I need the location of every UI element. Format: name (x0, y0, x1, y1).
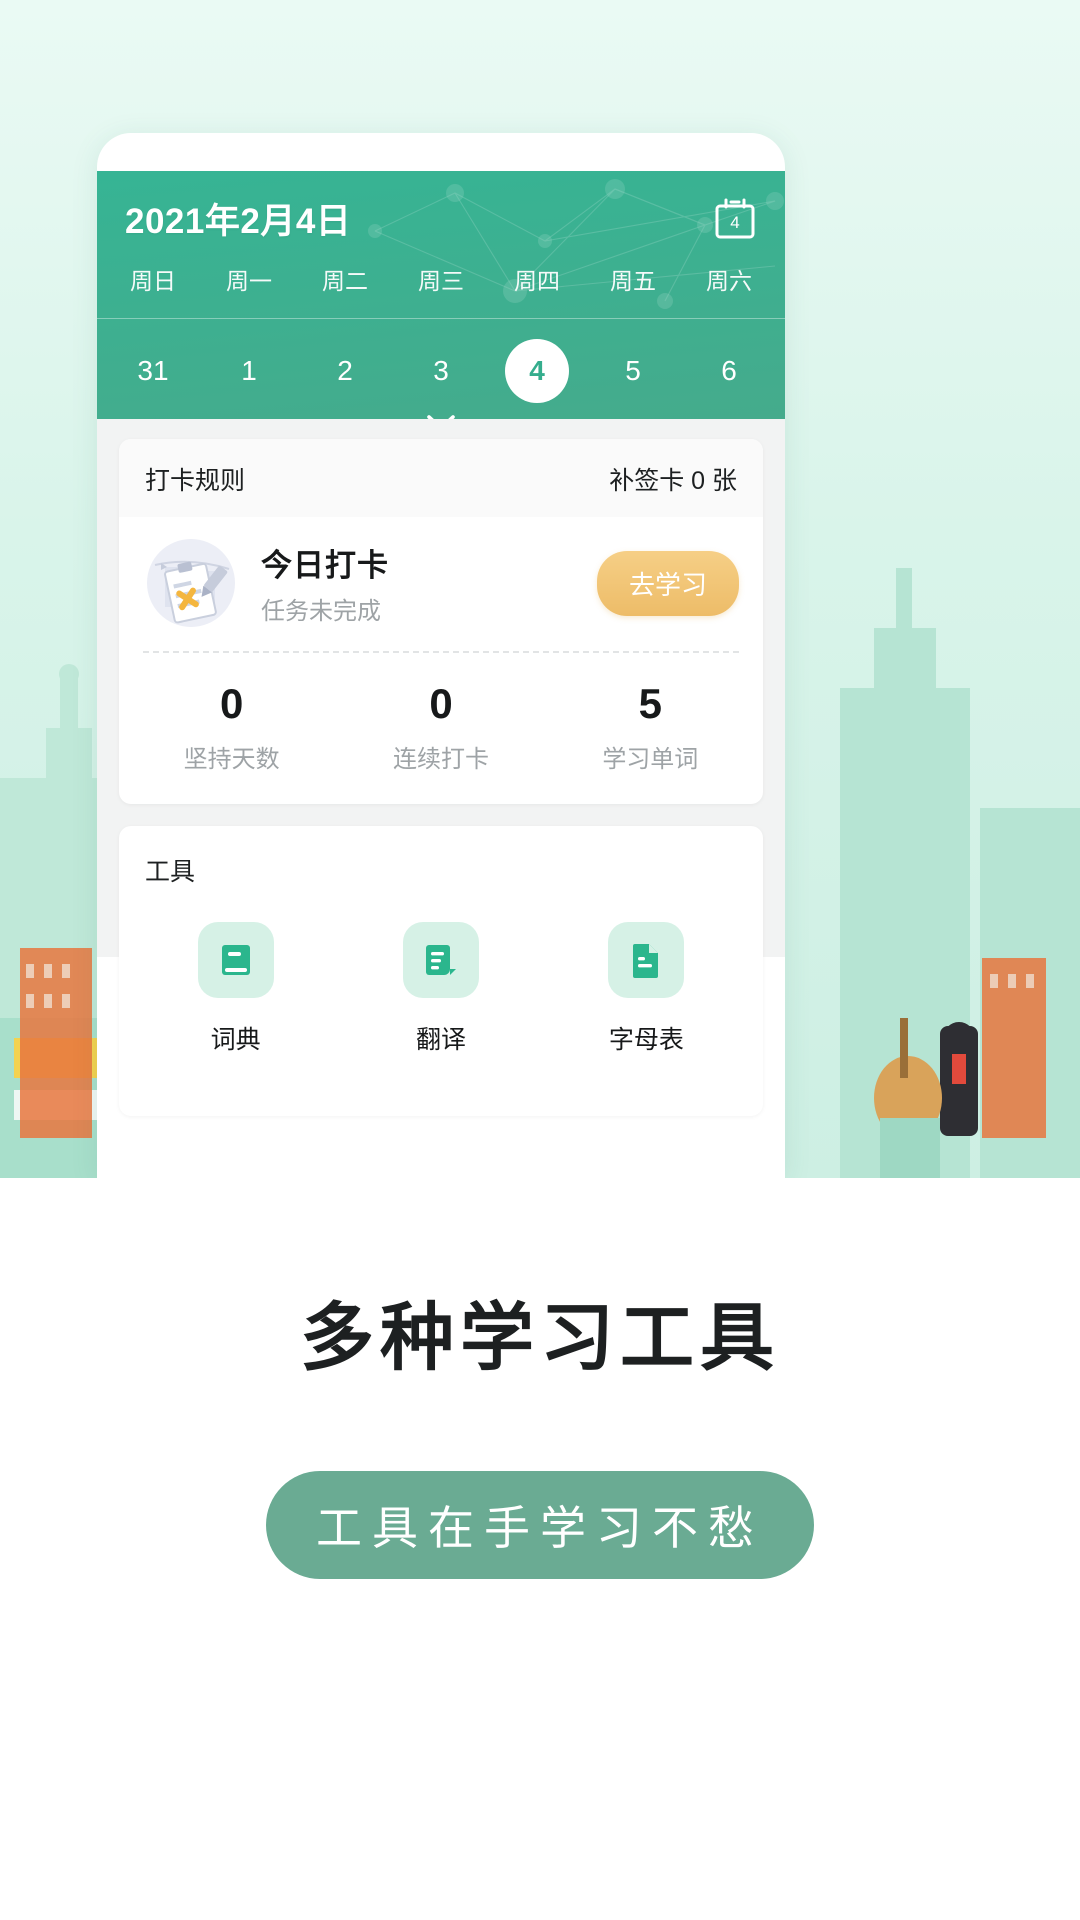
checkin-card-header: 打卡规则 补签卡 0 张 (119, 439, 763, 517)
day-cell[interactable]: 6 (697, 339, 761, 403)
clipboard-cross-icon (147, 539, 235, 627)
day-cell[interactable]: 2 (313, 339, 377, 403)
day-cell[interactable]: 31 (121, 339, 185, 403)
file-text-icon (633, 944, 659, 979)
tool-label: 词典 (210, 1026, 261, 1055)
day-cell[interactable]: 5 (601, 339, 665, 403)
tools-grid: 词典 翻译 字母表 (119, 888, 763, 1056)
calendar-day-icon[interactable]: 4 (711, 195, 759, 243)
page-title: 2021年2月4日 (125, 202, 352, 241)
today-checkin-row: 今日打卡 任务未完成 去学习 (119, 517, 763, 651)
stat-item: 5 学习单词 (546, 680, 755, 774)
book-icon (221, 945, 250, 976)
weekday-row: 周日 周一 周二 周三 周四 周五 周六 (97, 244, 785, 296)
weekday-label: 周一 (226, 268, 272, 294)
tool-label: 翻译 (415, 1026, 466, 1055)
makeup-card-count[interactable]: 补签卡 0 张 (609, 461, 737, 497)
phone-mockup: 2021年2月4日 4 周日 周一 周二 周三 周四 周五 周六 31 1 2 … (97, 133, 785, 1178)
stat-label: 坚持天数 (183, 746, 280, 774)
go-study-button[interactable]: 去学习 (596, 550, 739, 616)
tool-item-translate[interactable]: 翻译 (338, 922, 543, 1056)
tool-item-alphabet[interactable]: 字母表 (544, 922, 749, 1056)
today-checkin-title: 今日打卡 (261, 548, 389, 583)
promo-section: 多种学习工具 工具在手学习不愁 (0, 1178, 1080, 1920)
weekday-label: 周五 (610, 268, 656, 294)
day-number-row: 31 1 2 3 4 5 6 (97, 319, 785, 403)
weekday-label: 周三 (418, 268, 464, 294)
stat-label: 连续打卡 (392, 746, 489, 774)
weekday-label: 周四 (514, 268, 560, 294)
day-cell[interactable]: 1 (217, 339, 281, 403)
tool-label: 字母表 (608, 1026, 684, 1055)
stat-label: 学习单词 (602, 746, 699, 774)
tool-item-dictionary[interactable]: 词典 (133, 922, 338, 1056)
chevron-down-icon[interactable] (421, 409, 461, 419)
stat-item: 0 坚持天数 (127, 680, 336, 774)
checkin-card: 打卡规则 补签卡 0 张 今日打卡 任务未完成 去学习 0 坚持天数 0 连续打… (119, 439, 763, 805)
day-cell-selected[interactable]: 4 (505, 339, 569, 403)
weekday-label: 周六 (706, 268, 752, 294)
today-checkin-status: 任务未完成 (261, 598, 381, 625)
weekday-label: 周日 (130, 268, 176, 294)
document-lines-icon (425, 945, 456, 976)
day-cell[interactable]: 3 (409, 339, 473, 403)
checkin-rules-link[interactable]: 打卡规则 (145, 461, 245, 497)
stat-value: 5 (638, 680, 662, 727)
tools-card: 工具 词典 翻译 字母表 (119, 826, 763, 1117)
stat-item: 0 连续打卡 (336, 680, 545, 774)
weekday-label: 周二 (322, 268, 368, 294)
stats-row: 0 坚持天数 0 连续打卡 5 学习单词 (119, 653, 763, 804)
stat-value: 0 (219, 680, 244, 727)
stat-value: 0 (429, 680, 453, 727)
calendar-header: 2021年2月4日 4 周日 周一 周二 周三 周四 周五 周六 31 1 2 … (97, 171, 785, 419)
main-content: 打卡规则 补签卡 0 张 今日打卡 任务未完成 去学习 0 坚持天数 0 连续打… (97, 419, 785, 1117)
promo-headline: 多种学习工具 (300, 1296, 780, 1379)
calendar-icon-day-number: 4 (730, 213, 739, 232)
tools-section-title: 工具 (145, 858, 196, 887)
promo-pill: 工具在手学习不愁 (266, 1471, 814, 1579)
